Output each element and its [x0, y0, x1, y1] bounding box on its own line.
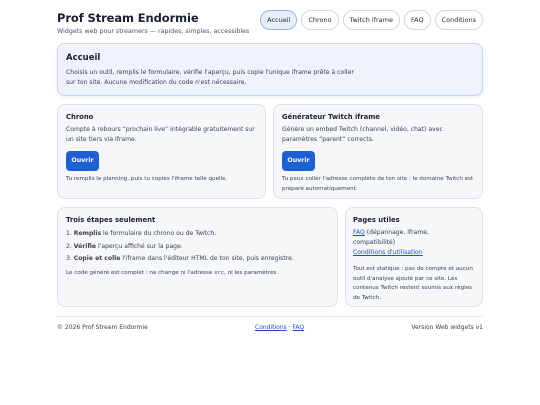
pages-card: Pages utiles FAQ (dépannage, iframe, com… [345, 207, 483, 307]
site-footer: © 2026 Prof Stream Endormie Conditions ·… [57, 324, 483, 334]
twitch-card: Générateur Twitch iframe Génère un embed… [273, 104, 483, 199]
pages-title: Pages utiles [353, 216, 400, 224]
footer-links: Conditions · FAQ [255, 324, 305, 331]
chrono-title: Chrono [66, 113, 94, 121]
hero-text-line2: sur ton site. Aucune modification du cod… [66, 79, 247, 86]
hero-card: Accueil Choisis un outil, remplis le for… [57, 43, 483, 96]
tab-conditions[interactable]: Conditions [434, 10, 483, 30]
step-item: 1. Remplis le formulaire du chrono ou de… [66, 230, 217, 237]
site-title: Prof Stream Endormie [57, 11, 199, 25]
conditions-link[interactable]: Conditions d'utilisation [353, 249, 423, 256]
hero-title: Accueil [66, 53, 101, 63]
twitch-title: Générateur Twitch iframe [282, 113, 380, 121]
twitch-open-button[interactable]: Ouvrir [282, 151, 315, 171]
tab-chrono[interactable]: Chrono [301, 10, 339, 30]
tab-accueil[interactable]: Accueil [260, 10, 298, 30]
chrono-card: Chrono Compte à rebours “prochain live” … [57, 104, 266, 199]
chrono-open-button[interactable]: Ouvrir [66, 151, 99, 171]
step-item: 2. Vérifie l'aperçu affiché sur la page. [66, 242, 183, 250]
footer-conditions-link[interactable]: Conditions [255, 324, 287, 331]
step-item: 3. Copie et colle l'iframe dans l'éditeu… [66, 255, 294, 262]
main-nav: Accueil Chrono Twitch iframe FAQ Conditi… [260, 10, 483, 30]
pages-note: Tout est statique : pas de compte et auc… [353, 266, 473, 301]
footer-divider [57, 316, 483, 317]
site-header: Prof Stream Endormie Widgets web pour st… [57, 10, 483, 40]
steps-note: Le code généré est complet : ne change n… [66, 270, 279, 276]
site-subtitle: Widgets web pour streamers — rapides, si… [57, 28, 250, 35]
hero-text: Choisis un outil, remplis le formulaire,… [66, 68, 476, 88]
twitch-note: Tu peux coller l'adresse complète de ton… [282, 176, 474, 192]
tab-twitch-iframe[interactable]: Twitch iframe [342, 10, 400, 30]
faq-line: FAQ (dépannage, iframe, compatibilité) C… [353, 229, 429, 256]
footer-version: Version Web widgets v1 [411, 324, 483, 331]
faq-link[interactable]: FAQ [353, 229, 365, 236]
footer-copyright: © 2026 Prof Stream Endormie [57, 324, 148, 331]
steps-card: Trois étapes seulement 1. Remplis le for… [57, 207, 338, 307]
page: Prof Stream Endormie Widgets web pour st… [57, 0, 483, 405]
twitch-description: Génère un embed Twitch (channel, vidéo, … [282, 126, 443, 143]
footer-faq-link[interactable]: FAQ [293, 324, 305, 331]
chrono-description: Compte à rebours “prochain live” intégra… [66, 126, 255, 143]
steps-list: 1. Remplis le formulaire du chrono ou de… [66, 228, 334, 266]
chrono-note: Tu remplis le planning, puis tu copies l… [66, 176, 228, 182]
steps-title: Trois étapes seulement [66, 216, 156, 224]
src-code: src [214, 270, 225, 276]
tab-faq[interactable]: FAQ [404, 10, 431, 30]
hero-text-line1: Choisis un outil, remplis le formulaire,… [66, 69, 354, 76]
